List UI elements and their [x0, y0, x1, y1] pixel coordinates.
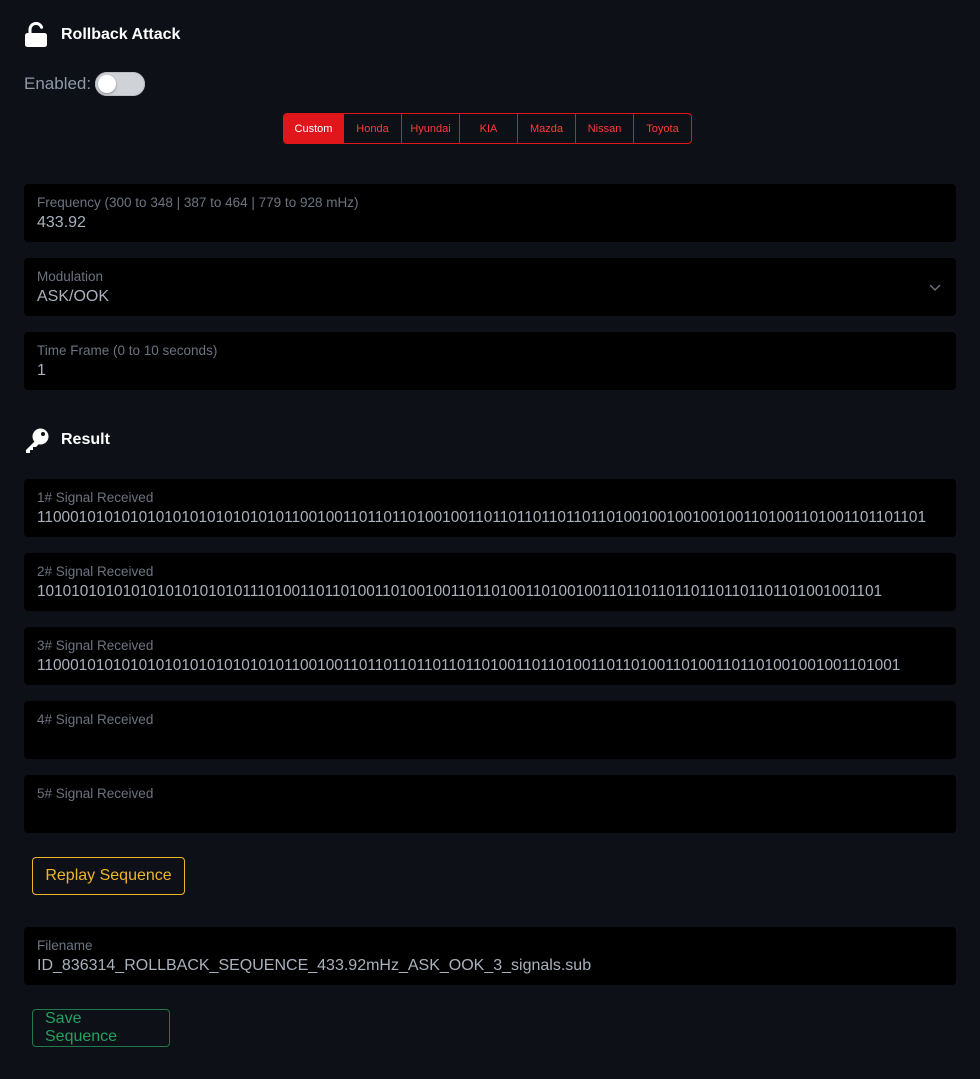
- frequency-label: Frequency (300 to 348 | 387 to 464 | 779…: [37, 195, 359, 210]
- chevron-down-icon[interactable]: [928, 280, 942, 294]
- enabled-toggle[interactable]: [95, 72, 146, 96]
- time-frame-value[interactable]: 1: [37, 361, 943, 381]
- signal-value-1[interactable]: 1100010101010101010101010101011001001101…: [37, 508, 943, 528]
- filename-field[interactable]: Filename ID_836314_ROLLBACK_SEQUENCE_433…: [24, 927, 956, 985]
- save-sequence-button[interactable]: Save Sequence: [32, 1009, 170, 1047]
- signal-value-3[interactable]: 1100010101010101010101010101011001001101…: [37, 656, 943, 676]
- preset-button-nissan[interactable]: Nissan: [575, 114, 633, 143]
- preset-button-mazda[interactable]: Mazda: [517, 114, 575, 143]
- time-frame-label: Time Frame (0 to 10 seconds): [37, 343, 218, 358]
- signal-field-3[interactable]: 3# Signal Received 110001010101010101010…: [24, 627, 956, 685]
- signal-label-5: 5# Signal Received: [37, 786, 154, 801]
- modulation-select[interactable]: Modulation ASK/OOK: [24, 258, 956, 316]
- time-frame-field[interactable]: Time Frame (0 to 10 seconds) 1: [24, 332, 956, 390]
- frequency-value[interactable]: 433.92: [37, 213, 943, 233]
- enabled-row: Enabled:: [24, 72, 146, 96]
- enabled-label: Enabled:: [24, 74, 92, 93]
- result-title: Result: [61, 431, 110, 448]
- preset-button-kia[interactable]: KIA: [459, 114, 517, 143]
- signal-label-2: 2# Signal Received: [37, 564, 154, 579]
- preset-button-custom[interactable]: Custom: [284, 114, 343, 143]
- signal-field-1[interactable]: 1# Signal Received 110001010101010101010…: [24, 479, 956, 537]
- signal-field-5[interactable]: 5# Signal Received: [24, 775, 956, 833]
- modulation-label: Modulation: [37, 269, 104, 284]
- filename-label: Filename: [37, 938, 93, 953]
- frequency-field[interactable]: Frequency (300 to 348 | 387 to 464 | 779…: [24, 184, 956, 242]
- toggle-knob: [98, 75, 117, 93]
- rollback-attack-header: Rollback Attack: [24, 22, 180, 48]
- replay-sequence-button[interactable]: Replay Sequence: [32, 857, 185, 895]
- signal-label-1: 1# Signal Received: [37, 490, 154, 505]
- signal-field-4[interactable]: 4# Signal Received: [24, 701, 956, 759]
- signal-label-4: 4# Signal Received: [37, 712, 154, 727]
- preset-button-hyundai[interactable]: Hyundai: [401, 114, 459, 143]
- signal-field-2[interactable]: 2# Signal Received 101010101010101010101…: [24, 553, 956, 611]
- preset-button-honda[interactable]: Honda: [343, 114, 401, 143]
- result-header: Result: [24, 427, 110, 453]
- rollback-attack-title: Rollback Attack: [61, 26, 181, 43]
- preset-button-toyota[interactable]: Toyota: [633, 114, 691, 143]
- unlock-icon: [24, 22, 50, 48]
- brand-preset-group: Custom Honda Hyundai KIA Mazda Nissan To…: [283, 113, 692, 144]
- key-icon: [24, 427, 50, 453]
- signal-value-2[interactable]: 1010101010101010101010101110100110110100…: [37, 582, 943, 602]
- signal-label-3: 3# Signal Received: [37, 638, 154, 653]
- modulation-value[interactable]: ASK/OOK: [37, 287, 943, 307]
- filename-value[interactable]: ID_836314_ROLLBACK_SEQUENCE_433.92mHz_AS…: [37, 956, 943, 976]
